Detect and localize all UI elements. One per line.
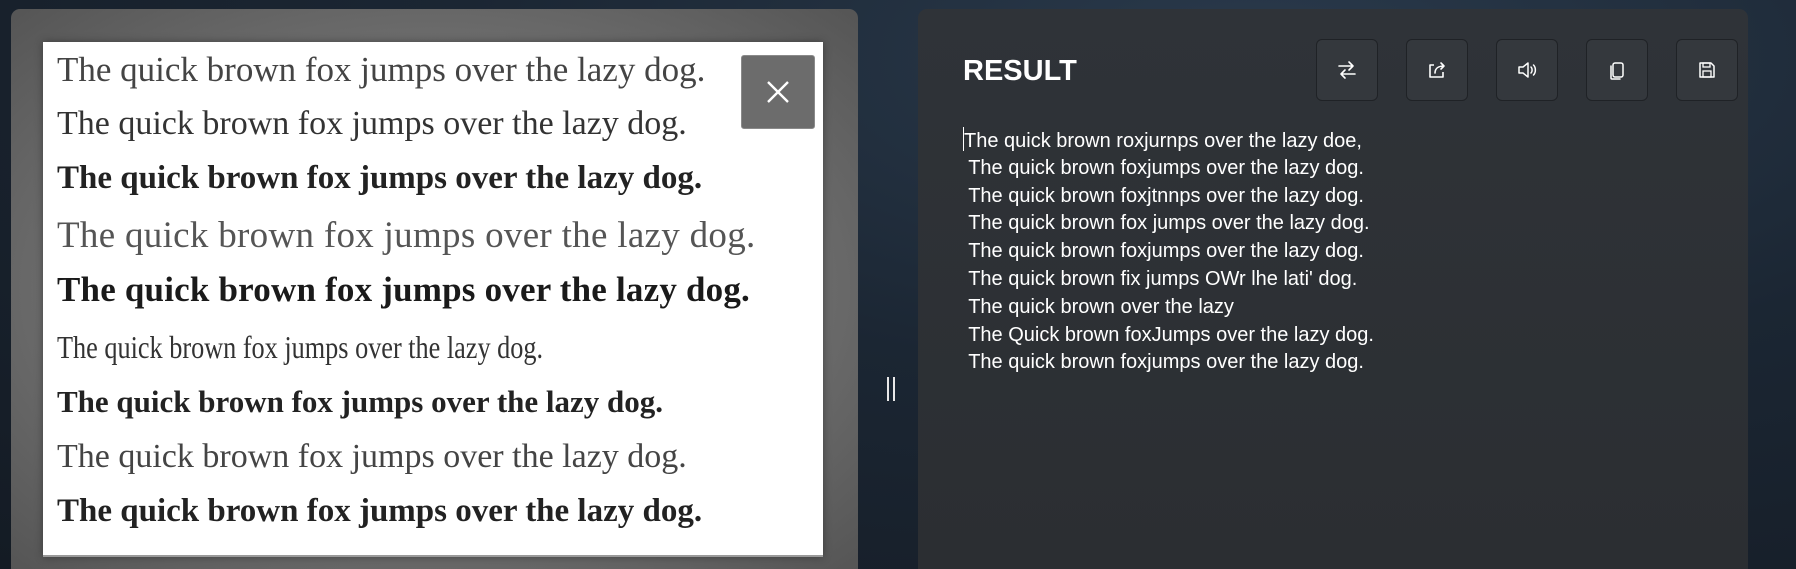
result-line: The quick brown roxjurnps over the lazy … <box>963 127 1374 155</box>
source-image: The quick brown fox jumps over the lazy … <box>43 42 823 557</box>
source-line: The quick brown fox jumps over the lazy … <box>57 438 687 475</box>
result-line: The quick brown over the lazy <box>963 295 1234 318</box>
result-text-area[interactable]: The quick brown roxjurnps over the lazy … <box>963 127 1374 377</box>
source-line: The quick brown fox jumps over the lazy … <box>57 215 756 256</box>
result-line: The quick brown fix jumps OWr lhe lati' … <box>963 267 1358 290</box>
copy-button[interactable] <box>1586 39 1648 101</box>
result-title: RESULT <box>963 55 1077 87</box>
copy-icon <box>1610 62 1624 80</box>
swap-button[interactable] <box>1316 39 1378 101</box>
result-line: The quick brown fox jumps over the lazy … <box>963 212 1370 235</box>
speaker-icon <box>1518 62 1537 78</box>
source-line: The quick brown fox jumps over the lazy … <box>57 105 687 142</box>
result-line-text: The quick brown roxjurnps over the lazy … <box>964 130 1362 152</box>
source-line: The quick brown fox jumps over the lazy … <box>57 50 706 89</box>
close-icon <box>767 81 789 103</box>
share-button[interactable] <box>1406 39 1468 101</box>
swap-arrows-icon <box>1338 61 1356 79</box>
result-line: The quick brown foxjumps over the lazy d… <box>963 240 1364 263</box>
result-line: The quick brown foxjtnnps over the lazy … <box>963 184 1364 207</box>
splitter-grip-icon <box>893 377 895 401</box>
save-button[interactable] <box>1676 39 1738 101</box>
save-icon <box>1699 62 1715 78</box>
result-line: The quick brown foxjumps over the lazy d… <box>963 156 1364 179</box>
splitter-grip-icon <box>887 377 889 401</box>
share-icon <box>1429 62 1445 78</box>
source-line: The quick brown fox jumps over the lazy … <box>57 329 544 365</box>
result-line: The quick brown foxjumps over the lazy d… <box>963 351 1364 374</box>
source-line: The quick brown fox jumps over the lazy … <box>57 384 663 419</box>
source-line: The quick brown fox jumps over the lazy … <box>57 270 750 309</box>
pane-splitter[interactable] <box>887 377 895 401</box>
result-pane: RESULT The quick brown roxjurnps over th… <box>918 9 1748 569</box>
close-button[interactable] <box>741 55 815 129</box>
result-line: The Quick brown foxJumps over the lazy d… <box>963 323 1374 346</box>
source-line: The quick brown fox jumps over the lazy … <box>57 493 703 529</box>
source-line: The quick brown fox jumps over the lazy … <box>57 160 703 196</box>
read-aloud-button[interactable] <box>1496 39 1558 101</box>
source-image-pane: The quick brown fox jumps over the lazy … <box>11 9 858 569</box>
